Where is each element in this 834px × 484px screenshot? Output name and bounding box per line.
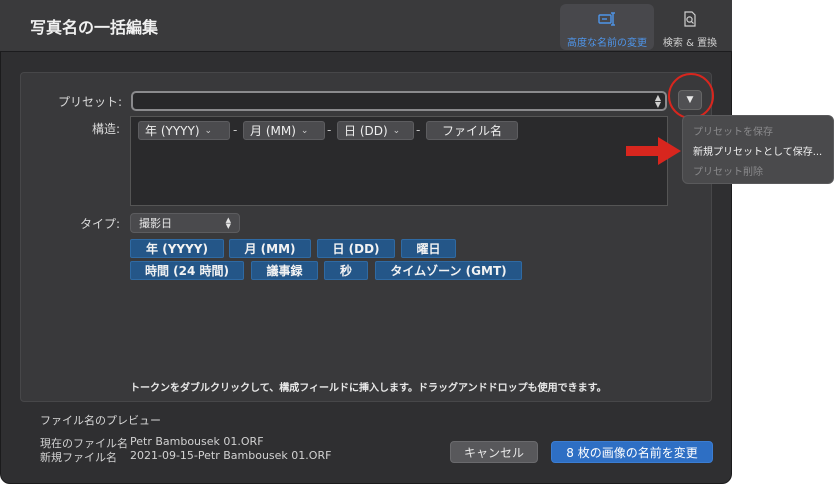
tab-search-replace[interactable]: 検索 & 置換 bbox=[658, 4, 722, 50]
tab-advanced-rename[interactable]: 高度な名前の変更 bbox=[560, 4, 654, 50]
type-select[interactable]: 撮影日 ▲ ▼ bbox=[130, 213, 240, 233]
type-label: タイプ: bbox=[80, 217, 121, 231]
token-month[interactable]: 月 (MM) bbox=[229, 239, 311, 258]
token-hint-text: トークンをダブルクリックして、構成フィールドに挿入します。ドラッグアンドドロップ… bbox=[130, 383, 607, 394]
preset-value bbox=[133, 98, 139, 111]
structure-token-label: 日 (DD) bbox=[344, 124, 388, 138]
type-select-value: 撮影日 bbox=[139, 217, 172, 230]
separator: - bbox=[416, 123, 421, 137]
chevron-down-icon: ⌄ bbox=[204, 125, 213, 136]
structure-token-day[interactable]: 日 (DD) ⌄ bbox=[337, 121, 414, 140]
token-year[interactable]: 年 (YYYY) bbox=[130, 239, 224, 258]
rename-images-button[interactable]: 8 枚の画像の名前を変更 bbox=[551, 441, 713, 463]
menu-item-save-new-preset[interactable]: 新規プリセットとして保存... bbox=[693, 143, 822, 158]
token-day[interactable]: 日 (DD) bbox=[317, 239, 395, 258]
token-hour-24[interactable]: 時間 (24 時間) bbox=[130, 261, 244, 280]
structure-token-filename[interactable]: ファイル名 bbox=[426, 121, 518, 140]
chevron-down-icon: ⌄ bbox=[300, 125, 309, 136]
preset-label: プリセット: bbox=[58, 95, 123, 109]
structure-token-month[interactable]: 月 (MM) ⌄ bbox=[243, 121, 325, 140]
preview-title: ファイル名のプレビュー bbox=[40, 414, 161, 427]
token-weekday[interactable]: 曜日 bbox=[401, 239, 456, 258]
highlight-circle-annotation bbox=[668, 73, 714, 119]
red-arrow-annotation bbox=[626, 136, 682, 170]
menu-item-delete-preset[interactable]: プリセット削除 bbox=[693, 163, 763, 178]
structure-token-label: 年 (YYYY) bbox=[145, 124, 200, 138]
dialog-title: 写真名の一括編集 bbox=[30, 18, 159, 37]
current-filename-value: Petr Bambousek 01.ORF bbox=[130, 435, 264, 448]
structure-label: 構造: bbox=[92, 122, 121, 136]
separator: - bbox=[233, 123, 238, 137]
new-filename-value: 2021-09-15-Petr Bambousek 01.ORF bbox=[130, 449, 332, 462]
search-document-icon bbox=[682, 10, 698, 28]
separator: - bbox=[327, 123, 332, 137]
chevron-down-icon: ⌄ bbox=[392, 125, 401, 136]
cancel-button[interactable]: キャンセル bbox=[450, 441, 538, 463]
up-down-arrows-icon: ▲ ▼ bbox=[225, 216, 231, 230]
tab-advanced-rename-label: 高度な名前の変更 bbox=[567, 38, 647, 49]
preset-combo-box[interactable]: ▲ ▼ bbox=[131, 91, 667, 111]
structure-token-label: ファイル名 bbox=[441, 124, 502, 138]
up-down-arrows-icon: ▲ ▼ bbox=[654, 93, 661, 109]
preset-dropdown-menu: プリセットを保存 新規プリセットとして保存... プリセット削除 bbox=[682, 115, 834, 184]
structure-token-label: 月 (MM) bbox=[250, 124, 296, 138]
rename-icon bbox=[597, 10, 617, 28]
menu-item-save-preset[interactable]: プリセットを保存 bbox=[693, 123, 773, 138]
tab-search-replace-label: 検索 & 置換 bbox=[662, 38, 718, 49]
token-timezone[interactable]: タイムゾーン (GMT) bbox=[375, 261, 522, 280]
token-minutes[interactable]: 議事録 bbox=[251, 261, 318, 280]
new-filename-label: 新規ファイル名 bbox=[40, 451, 117, 464]
token-seconds[interactable]: 秒 bbox=[324, 261, 368, 280]
structure-token-year[interactable]: 年 (YYYY) ⌄ bbox=[138, 121, 230, 140]
